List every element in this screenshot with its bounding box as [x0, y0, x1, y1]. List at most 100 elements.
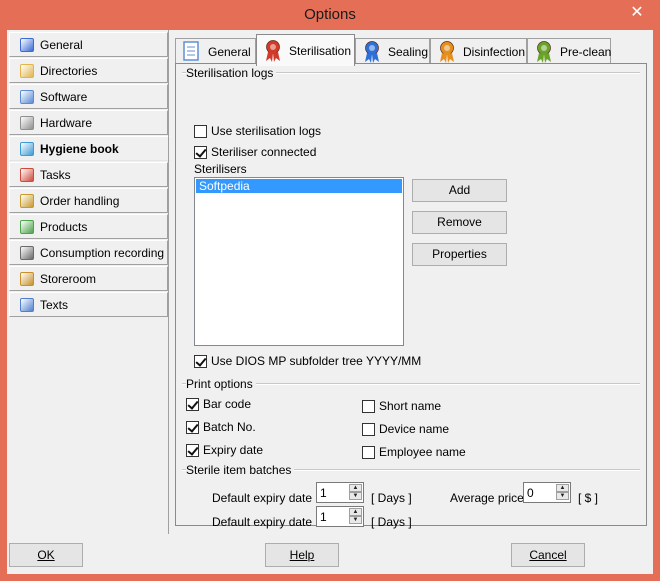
texts-icon [20, 297, 34, 312]
expiry-1-spinner[interactable]: 1 ▲ ▼ [316, 482, 364, 503]
orange-ribbon-icon [440, 41, 454, 63]
button-label: OK [37, 548, 55, 562]
sidebar-item-label: Order handling [40, 193, 120, 208]
use-subfolder-checkbox[interactable]: Use DIOS MP subfolder tree YYYY/MM [194, 354, 421, 368]
employee-name-checkbox[interactable]: Employee name [362, 445, 466, 459]
tasks-icon [20, 167, 34, 182]
sidebar-item-consumption-recording[interactable]: Consumption recording [9, 240, 168, 265]
close-button[interactable]: ✕ [622, 2, 652, 24]
spinner-value: 0 [527, 486, 534, 500]
products-icon [20, 219, 34, 234]
tab-label: Sterilisation [289, 43, 352, 58]
spin-down-icon[interactable]: ▼ [349, 492, 362, 500]
spinner-value: 1 [320, 510, 327, 524]
sidebar-item-products[interactable]: Products [9, 214, 168, 239]
title-bar[interactable]: Options ✕ [0, 0, 660, 30]
spin-up-icon[interactable]: ▲ [556, 484, 569, 492]
checkbox-label: Use DIOS MP subfolder tree YYYY/MM [211, 354, 422, 368]
gear-icon [20, 115, 34, 130]
checkbox-label: Device name [379, 422, 450, 436]
short-name-checkbox[interactable]: Short name [362, 399, 441, 413]
remove-button[interactable]: Remove [412, 211, 507, 234]
list-item[interactable]: Softpedia [196, 179, 402, 193]
button-label: Cancel [529, 548, 567, 562]
sidebar-item-storeroom[interactable]: Storeroom [9, 266, 168, 291]
batch-no-checkbox[interactable]: Batch No. [186, 420, 256, 434]
sidebar-item-label: Texts [40, 297, 69, 312]
days-unit-1: [ Days ] [371, 491, 412, 505]
checkbox-label: Short name [379, 399, 442, 413]
hygiene-globe-icon [20, 141, 34, 156]
window-title: Options [304, 6, 356, 23]
sidebar-nav: General Directories Software Hardware Hygien… [7, 30, 170, 534]
checkbox-label: Expiry date [203, 443, 264, 457]
sidebar-item-directories[interactable]: Directories [9, 58, 168, 83]
average-price-spinner[interactable]: 0 ▲ ▼ [523, 482, 571, 503]
tab-sealing[interactable]: Sealing [355, 38, 430, 65]
device-name-checkbox[interactable]: Device name [362, 422, 449, 436]
button-label: Add [448, 183, 471, 197]
average-price-label: Average price [450, 491, 524, 505]
spin-down-icon[interactable]: ▼ [349, 516, 362, 524]
tab-sterilisation[interactable]: Sterilisation [256, 34, 355, 66]
checkbox-box [362, 445, 375, 459]
print-options-title: Print options [186, 377, 256, 391]
sidebar-item-software[interactable]: Software [9, 84, 168, 109]
expiry-date-checkbox[interactable]: Expiry date [186, 443, 263, 457]
help-button[interactable]: Help [265, 543, 339, 567]
sidebar-item-general[interactable]: General [9, 32, 168, 57]
cart-icon [20, 193, 34, 208]
spinner-arrows: ▲ ▼ [556, 484, 569, 501]
checkbox-label: Employee name [379, 445, 466, 459]
blue-ribbon-icon [365, 41, 379, 63]
tab-disinfection[interactable]: Disinfection [430, 38, 527, 65]
red-ribbon-icon [266, 39, 280, 62]
tab-label: Pre-clean [560, 45, 612, 59]
tab-label: General [208, 45, 251, 59]
checkbox-label: Batch No. [203, 420, 256, 434]
checkbox-label: Bar code [203, 397, 252, 411]
close-icon: ✕ [630, 4, 644, 21]
spinner-value: 1 [320, 486, 327, 500]
sidebar-item-label: Storeroom [40, 271, 97, 286]
add-button[interactable]: Add [412, 179, 507, 202]
spin-up-icon[interactable]: ▲ [349, 508, 362, 516]
properties-button[interactable]: Properties [412, 243, 507, 266]
expiry-2-spinner[interactable]: 1 ▲ ▼ [316, 506, 364, 527]
sidebar-item-hardware[interactable]: Hardware [9, 110, 168, 135]
spin-down-icon[interactable]: ▼ [556, 492, 569, 500]
checkbox-label: Use sterilisation logs [211, 124, 322, 138]
button-label: Properties [432, 247, 487, 261]
tab-general[interactable]: General [175, 38, 256, 65]
spin-up-icon[interactable]: ▲ [349, 484, 362, 492]
sidebar-item-hygiene-book[interactable]: Hygiene book [9, 136, 170, 161]
sidebar-item-label: Software [40, 89, 88, 104]
sidebar-item-label: Directories [40, 63, 98, 78]
sidebar-item-label: General [40, 37, 83, 52]
price-unit: [ $ ] [578, 491, 599, 505]
bar-code-checkbox[interactable]: Bar code [186, 397, 251, 411]
tab-pre-clean[interactable]: Pre-clean [527, 38, 611, 65]
sidebar-item-label: Hygiene book [40, 141, 119, 156]
checkbox-box [186, 443, 199, 457]
sterilisers-listbox[interactable]: Softpedia [194, 177, 404, 346]
button-label: Remove [437, 215, 482, 229]
folder-icon [20, 63, 34, 78]
green-ribbon-icon [537, 41, 551, 63]
storeroom-icon [20, 271, 34, 286]
tab-panel-sterilisation: Sterilisation logs Use sterilisation log… [175, 63, 647, 529]
cancel-button[interactable]: Cancel [511, 543, 585, 567]
sidebar-item-label: Hardware [40, 115, 93, 130]
sidebar-item-label: Consumption recording [40, 245, 165, 260]
use-sterilisation-logs-checkbox[interactable]: Use sterilisation logs [194, 124, 321, 138]
sidebar-item-tasks[interactable]: Tasks [9, 162, 168, 187]
steriliser-connected-checkbox[interactable]: Steriliser connected [194, 145, 316, 159]
expiry-1-label: Default expiry date 1 [212, 491, 323, 505]
checkbox-label: Steriliser connected [211, 145, 317, 159]
ok-button[interactable]: OK [9, 543, 83, 567]
document-icon [183, 41, 199, 61]
sterilisation-logs-title: Sterilisation logs [186, 66, 277, 80]
sidebar-item-texts[interactable]: Texts [9, 292, 168, 317]
tab-label: Sealing [388, 45, 429, 59]
sidebar-item-order-handling[interactable]: Order handling [9, 188, 168, 213]
